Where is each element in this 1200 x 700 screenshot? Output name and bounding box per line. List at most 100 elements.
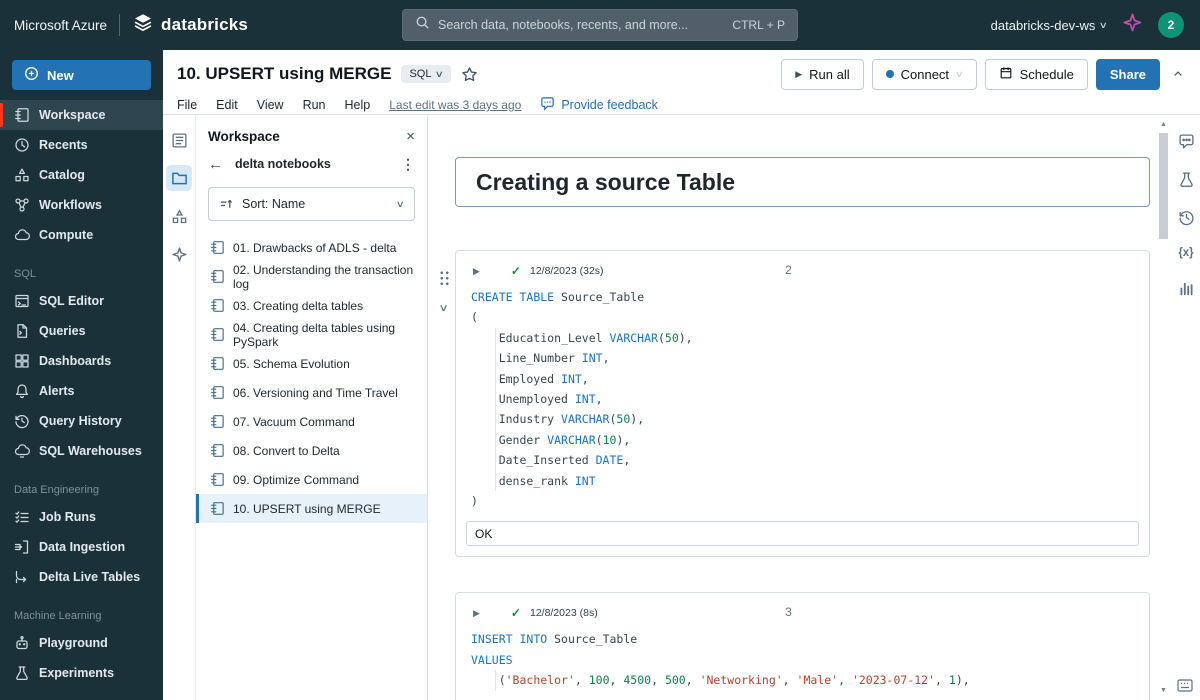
assistant-rail-sparkle-icon[interactable] (166, 241, 192, 267)
playground-robot-icon (14, 635, 30, 651)
assistant-sparkle-icon[interactable] (1123, 13, 1142, 37)
drag-handle-icon[interactable] (438, 270, 450, 285)
sidebar-item-queries[interactable]: Queries (0, 316, 163, 346)
last-edit-link[interactable]: Last edit was 3 days ago (389, 98, 521, 112)
scroll-up-icon[interactable]: ▲ (1155, 121, 1172, 128)
scrollbar-thumb[interactable] (1159, 133, 1168, 239)
run-all-button[interactable]: ▶ Run all (781, 58, 864, 90)
visualizations-icon[interactable] (1178, 280, 1195, 297)
sidebar-item-sql-editor[interactable]: SQL Editor (0, 286, 163, 316)
data-ingestion-icon (14, 539, 30, 555)
sql-code-editor[interactable]: CREATE TABLE Source_Table ( Education_Lev… (456, 279, 1149, 511)
app-body: New Workspace Recents Catalog Workflows Comp… (0, 50, 1200, 700)
feedback-bubble-icon (540, 96, 555, 114)
file-item[interactable]: 02. Understanding the transaction log (196, 262, 427, 291)
databricks-logo[interactable]: databricks (132, 12, 248, 39)
menu-run[interactable]: Run (303, 98, 326, 112)
code-line: VALUES (471, 652, 513, 667)
search-shortcut: CTRL + P (732, 18, 785, 32)
sort-dropdown[interactable]: Sort: Name ∨ (208, 187, 415, 221)
menu-edit[interactable]: Edit (216, 98, 238, 112)
notebook-body: Workspace × ← delta notebooks ⋮ Sort: Na… (163, 115, 1200, 700)
cell-chevron-down-icon[interactable]: ∨ (439, 303, 449, 314)
notebook-file-icon (210, 414, 225, 429)
scroll-down-icon[interactable]: ▼ (1155, 687, 1172, 694)
menu-help[interactable]: Help (345, 98, 371, 112)
connect-button[interactable]: Connect ∨ (871, 58, 977, 90)
delta-live-tables-icon (14, 569, 30, 585)
sidebar-item-recents[interactable]: Recents (0, 130, 163, 160)
sidebar-item-workspace[interactable]: Workspace (0, 100, 163, 130)
run-cell-icon[interactable]: ▶ (473, 266, 480, 277)
user-avatar[interactable]: 2 (1158, 12, 1184, 38)
file-item-label: 09. Optimize Command (233, 472, 360, 487)
global-search-input[interactable]: Search data, notebooks, recents, and mor… (402, 9, 798, 41)
cell-3-header: ▶ ✓ 12/8/2023 (8s) 3 (456, 593, 1149, 621)
sidebar-item-query-history[interactable]: Query History (0, 406, 163, 436)
cell-number: 3 (785, 605, 792, 620)
language-selector[interactable]: SQL ∨ (401, 65, 452, 83)
sidebar-item-sql-warehouses[interactable]: SQL Warehouses (0, 436, 163, 466)
catalog-rail-icon[interactable] (166, 203, 192, 229)
favorite-star-icon[interactable] (461, 66, 478, 83)
close-panel-icon[interactable]: × (406, 128, 415, 145)
markdown-title-cell[interactable]: Creating a source Table (455, 157, 1150, 207)
sidebar-item-label: Playground (39, 636, 108, 650)
notebook-file-icon (210, 269, 225, 284)
search-icon (415, 15, 430, 35)
new-button[interactable]: New (12, 60, 151, 90)
vertical-scrollbar[interactable]: ▲ ▼ (1155, 115, 1172, 700)
notebook-title[interactable]: 10. UPSERT using MERGE (177, 64, 391, 84)
compute-cloud-icon (14, 227, 30, 243)
sidebar-item-label: Queries (39, 324, 86, 338)
workspace-selector-label: databricks-dev-ws (990, 17, 1096, 33)
file-item[interactable]: 07. Vacuum Command (196, 407, 427, 436)
file-item[interactable]: 03. Creating delta tables (196, 291, 427, 320)
notebook-file-icon (210, 327, 225, 342)
file-item[interactable]: 08. Convert to Delta (196, 436, 427, 465)
schedule-button[interactable]: Schedule (984, 58, 1088, 90)
variables-icon[interactable]: {x} (1178, 247, 1193, 259)
brand-area: Microsoft Azure databricks (0, 12, 248, 39)
sidebar-item-alerts[interactable]: Alerts (0, 376, 163, 406)
file-item[interactable]: 06. Versioning and Time Travel (196, 378, 427, 407)
provide-feedback-link[interactable]: Provide feedback (540, 96, 658, 114)
sidebar-item-workflows[interactable]: Workflows (0, 190, 163, 220)
connect-status-dot (885, 70, 894, 78)
sidebar-item-playground[interactable]: Playground (0, 628, 163, 658)
file-item[interactable]: 04. Creating delta tables using PySpark (196, 320, 427, 349)
kebab-menu-icon[interactable]: ⋮ (401, 156, 415, 173)
sidebar-item-job-runs[interactable]: Job Runs (0, 502, 163, 532)
file-item[interactable]: 10. UPSERT using MERGE (196, 494, 427, 523)
file-item-label: 01. Drawbacks of ADLS - delta (233, 240, 397, 255)
version-history-icon[interactable] (1178, 209, 1195, 226)
share-button[interactable]: Share (1095, 58, 1160, 90)
folder-browser-icon[interactable] (166, 165, 192, 191)
table-of-contents-icon[interactable] (166, 127, 192, 153)
alerts-bell-icon (14, 383, 30, 399)
workspace-panel-header: Workspace × (196, 123, 427, 149)
sidebar-item-dashboards[interactable]: Dashboards (0, 346, 163, 376)
code-line: Education_Level VARCHAR(50), (471, 330, 693, 345)
file-item[interactable]: 09. Optimize Command (196, 465, 427, 494)
sql-code-editor[interactable]: INSERT INTO Source_Table VALUES ('Bachelo… (456, 621, 1149, 692)
comments-icon[interactable] (1178, 133, 1195, 150)
notebook-file-icon (210, 240, 225, 255)
menu-view[interactable]: View (257, 98, 284, 112)
right-icon-rail: {x} (1172, 115, 1200, 700)
workspace-selector[interactable]: databricks-dev-ws ∨ (990, 17, 1109, 33)
experiments-flask-icon[interactable] (1178, 171, 1195, 188)
sidebar-item-catalog[interactable]: Catalog (0, 160, 163, 190)
menu-file[interactable]: File (177, 98, 197, 112)
sidebar-item-data-ingestion[interactable]: Data Ingestion (0, 532, 163, 562)
collapse-header-icon[interactable] (1168, 68, 1188, 80)
file-item[interactable]: 05. Schema Evolution (196, 349, 427, 378)
keyboard-shortcuts-icon[interactable] (1177, 679, 1193, 698)
back-arrow-icon[interactable]: ← (208, 156, 223, 173)
breadcrumb[interactable]: delta notebooks (235, 157, 331, 171)
run-cell-icon[interactable]: ▶ (473, 608, 480, 619)
sidebar-item-experiments[interactable]: Experiments (0, 658, 163, 688)
sidebar-item-delta-live-tables[interactable]: Delta Live Tables (0, 562, 163, 592)
sidebar-item-compute[interactable]: Compute (0, 220, 163, 250)
file-item[interactable]: 01. Drawbacks of ADLS - delta (196, 233, 427, 262)
